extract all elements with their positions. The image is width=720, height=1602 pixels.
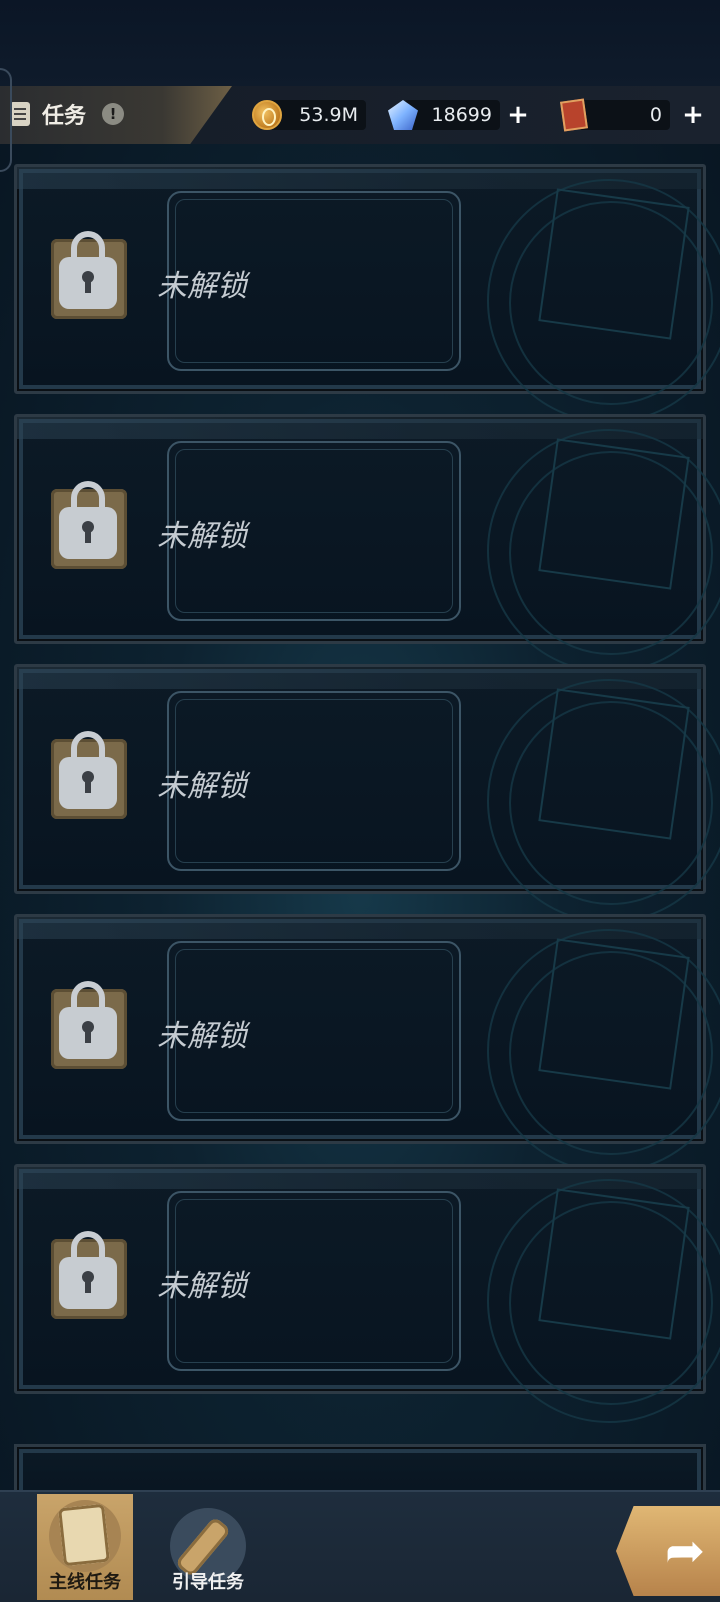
lock-icon	[51, 731, 131, 821]
keyhole	[82, 271, 94, 293]
magic-square-decoration	[538, 188, 690, 340]
quest-status-label: 未解锁	[157, 269, 247, 304]
gold-value: 53.9M	[299, 104, 358, 126]
header-bar: 任务 ! 53.9M 18699 + 0 +	[0, 86, 720, 144]
magic-square-decoration	[538, 438, 690, 590]
quest-status-label: 未解锁	[157, 1019, 247, 1054]
tab-main-quests[interactable]: 主线任务	[37, 1494, 133, 1600]
lock-body	[59, 757, 117, 809]
quest-status-label: 未解锁	[157, 519, 247, 554]
lock-body	[59, 507, 117, 559]
magic-square-decoration	[538, 1188, 690, 1340]
quest-card[interactable]: 未解锁	[14, 1164, 720, 1423]
tab-guide-quests[interactable]: 引导任务	[160, 1494, 256, 1600]
tab-guide-quests-label: 引导任务	[172, 1572, 244, 1593]
share-arrow-icon: ➦	[664, 1523, 706, 1579]
ticket-value: 0	[649, 104, 662, 126]
bottom-nav: 主线任务 引导任务 ➦	[0, 1490, 720, 1602]
lock-icon	[51, 231, 131, 321]
add-gems-button[interactable]: +	[505, 102, 531, 128]
lock-body	[59, 1007, 117, 1059]
quest-card[interactable]: 未解锁	[14, 164, 720, 423]
quest-scroll-icon	[10, 102, 30, 126]
keyhole	[82, 771, 94, 793]
keyhole	[82, 521, 94, 543]
gem-resource: 18699	[404, 100, 500, 130]
magic-square-decoration	[538, 688, 690, 840]
gold-resource: 53.9M	[270, 100, 366, 130]
scroll-icon	[58, 1503, 110, 1567]
side-notch	[0, 68, 12, 172]
keyhole	[82, 1271, 94, 1293]
keyhole	[82, 1021, 94, 1043]
quest-card[interactable]: 未解锁	[14, 914, 720, 1173]
ticket-resource: 0	[576, 100, 670, 130]
info-icon[interactable]: !	[102, 103, 124, 125]
page-title: 任务	[42, 104, 87, 129]
magic-square-decoration	[538, 938, 690, 1090]
ticket-card-icon	[560, 98, 588, 132]
quest-card[interactable]: 未解锁	[14, 664, 720, 923]
quest-status-label: 未解锁	[157, 1269, 247, 1304]
quest-status-label: 未解锁	[157, 769, 247, 804]
gold-coin-icon	[252, 100, 282, 130]
lock-icon	[51, 1231, 131, 1321]
tab-main-quests-label: 主线任务	[49, 1572, 121, 1593]
lock-icon	[51, 481, 131, 571]
lock-body	[59, 1257, 117, 1309]
gem-value: 18699	[431, 104, 492, 126]
share-button[interactable]: ➦	[616, 1506, 720, 1596]
quest-card[interactable]: 未解锁	[14, 414, 720, 673]
lock-body	[59, 257, 117, 309]
top-safe-area	[0, 0, 720, 86]
add-tickets-button[interactable]: +	[680, 102, 706, 128]
lock-icon	[51, 981, 131, 1071]
